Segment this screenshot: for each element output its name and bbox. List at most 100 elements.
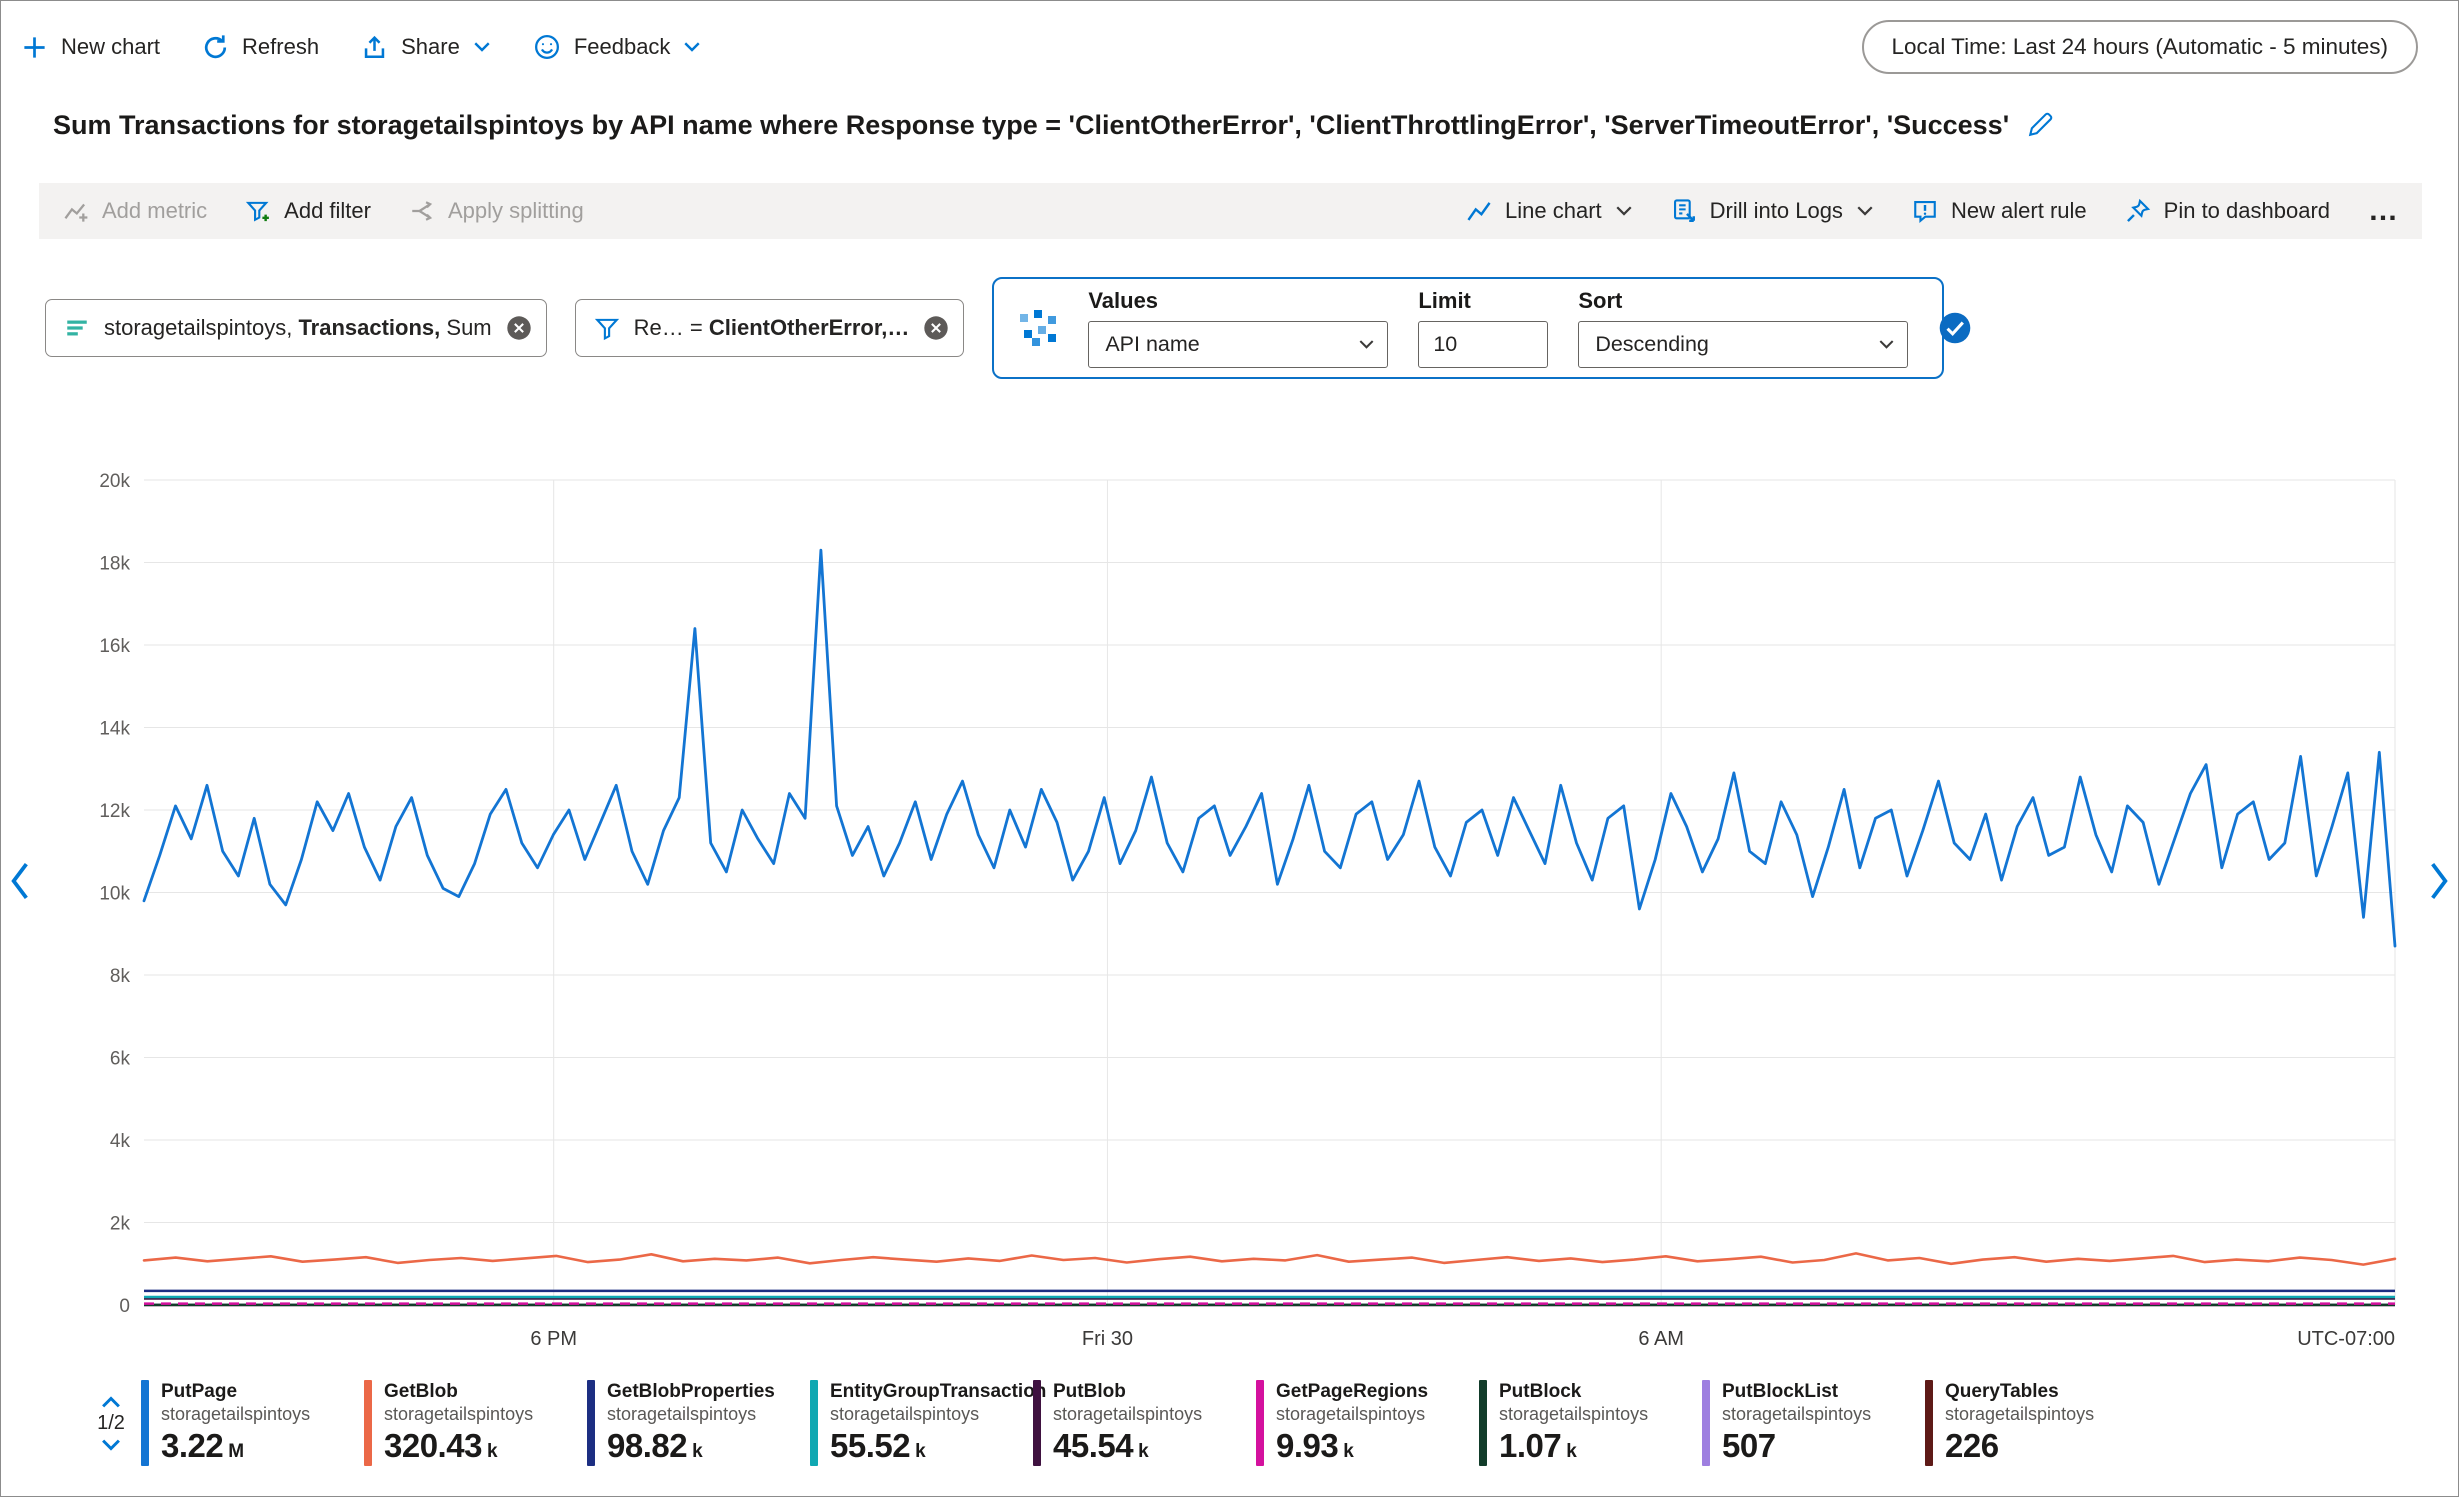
x-axis-tick-label: Fri 30	[1082, 1328, 1133, 1350]
legend-item[interactable]: PutPage storagetailspintoys 3.22 M	[141, 1380, 364, 1466]
title-row: Sum Transactions for storagetailspintoys…	[53, 101, 2418, 149]
legend-color-bar	[810, 1380, 818, 1466]
legend-color-bar	[1033, 1380, 1041, 1466]
legend-item[interactable]: GetBlobProperties storagetailspintoys 98…	[587, 1380, 810, 1466]
remove-metric-button[interactable]	[506, 315, 532, 341]
x-axis-tick-label: 6 AM	[1638, 1328, 1684, 1350]
legend-value-unit: k	[487, 1441, 498, 1462]
split-scatter-icon	[1018, 308, 1058, 348]
edit-title-button[interactable]	[2027, 112, 2053, 138]
add-filter-button[interactable]: Add filter	[245, 198, 371, 224]
legend-color-bar	[1925, 1380, 1933, 1466]
ellipsis-icon: …	[2368, 194, 2398, 228]
metric-pill[interactable]: storagetailspintoys, Transactions, Sum	[45, 299, 547, 357]
legend-page-down-button[interactable]	[100, 1438, 122, 1452]
split-applied-check-icon[interactable]	[1938, 311, 1972, 345]
sort-label: Sort	[1578, 288, 1908, 314]
filter-pill[interactable]: Re… = ClientOtherError,…	[575, 299, 965, 357]
share-icon	[361, 34, 388, 61]
legend-value-number: 55.52	[830, 1428, 910, 1465]
y-axis-tick-label: 0	[119, 1296, 130, 1317]
legend-resource-name: storagetailspintoys	[1276, 1404, 1428, 1424]
x-axis-tick-label: 6 PM	[530, 1328, 577, 1350]
series-line-PutPage	[144, 550, 2395, 946]
legend-resource-name: storagetailspintoys	[161, 1404, 310, 1424]
legend-value-number: 98.82	[607, 1428, 687, 1465]
y-axis-tick-label: 4k	[110, 1131, 131, 1152]
y-axis-tick-label: 18k	[99, 554, 130, 575]
new-chart-button[interactable]: New chart	[21, 34, 160, 61]
legend-value-number: 226	[1945, 1428, 1999, 1465]
legend-item[interactable]: QueryTables storagetailspintoys 226	[1925, 1380, 2148, 1466]
legend-page-up-button[interactable]	[100, 1395, 122, 1409]
legend-row: 1/2 PutPage storagetailspintoys 3.22 M G…	[81, 1369, 2438, 1477]
funnel-icon	[594, 315, 620, 341]
drill-into-logs-button[interactable]: Drill into Logs	[1671, 198, 1874, 224]
legend-value-unit: k	[692, 1441, 703, 1462]
legend-series-name: PutBlockList	[1722, 1381, 1871, 1402]
legend-resource-name: storagetailspintoys	[1499, 1404, 1648, 1424]
legend-text: PutBlob storagetailspintoys 45.54 k	[1053, 1381, 1202, 1464]
values-select[interactable]: API name	[1088, 321, 1388, 368]
add-metric-button[interactable]: Add metric	[63, 198, 207, 224]
legend-value: 3.22 M	[161, 1428, 310, 1465]
legend-value-unit: k	[915, 1441, 926, 1462]
remove-filter-button[interactable]	[923, 315, 949, 341]
new-alert-rule-label: New alert rule	[1951, 198, 2087, 224]
share-label: Share	[401, 34, 460, 60]
azure-metrics-explorer: 02k4k6k8k10k12k14k16k18k20k6 PMFri 306 A…	[0, 0, 2459, 1497]
chevron-down-icon	[1856, 205, 1874, 217]
splitting-box: Values API name Limit Sort Descending	[992, 277, 1944, 379]
legend-value-number: 320.43	[384, 1428, 482, 1465]
chart-type-button[interactable]: Line chart	[1466, 198, 1633, 224]
legend-color-bar	[1256, 1380, 1264, 1466]
legend-item[interactable]: PutBlob storagetailspintoys 45.54 k	[1033, 1380, 1256, 1466]
pin-to-dashboard-button[interactable]: Pin to dashboard	[2125, 198, 2330, 224]
legend-text: GetBlobProperties storagetailspintoys 98…	[607, 1381, 775, 1464]
legend-item[interactable]: PutBlock storagetailspintoys 1.07 k	[1479, 1380, 1702, 1466]
legend-item[interactable]: EntityGroupTransaction storagetailspinto…	[810, 1380, 1033, 1466]
legend-text: QueryTables storagetailspintoys 226	[1945, 1381, 2094, 1464]
refresh-button[interactable]: Refresh	[202, 34, 319, 61]
pills-row: storagetailspintoys, Transactions, Sum R…	[45, 277, 1944, 379]
more-options-button[interactable]: …	[2368, 194, 2398, 228]
legend-value: 9.93 k	[1276, 1428, 1428, 1465]
legend-page-indicator: 1/2	[97, 1412, 125, 1435]
legend-pager: 1/2	[81, 1395, 141, 1452]
legend-color-bar	[1479, 1380, 1487, 1466]
smiley-feedback-icon	[533, 33, 561, 61]
legend-resource-name: storagetailspintoys	[607, 1404, 775, 1424]
sort-field: Sort Descending	[1578, 288, 1908, 368]
legend-value-number: 45.54	[1053, 1428, 1133, 1465]
legend-value: 507	[1722, 1428, 1871, 1465]
legend-item[interactable]: GetBlob storagetailspintoys 320.43 k	[364, 1380, 587, 1466]
values-label: Values	[1088, 288, 1388, 314]
legend-item[interactable]: PutBlockList storagetailspintoys 507	[1702, 1380, 1925, 1466]
limit-input[interactable]	[1418, 321, 1548, 368]
new-alert-rule-button[interactable]: New alert rule	[1912, 198, 2087, 224]
y-axis-tick-label: 20k	[99, 471, 130, 492]
scroll-right-button[interactable]	[2422, 857, 2456, 905]
values-selected-option: API name	[1105, 332, 1199, 357]
legend-series-name: PutPage	[161, 1381, 310, 1402]
legend-value-unit: k	[1343, 1441, 1354, 1462]
feedback-button[interactable]: Feedback	[533, 33, 702, 61]
chevron-down-icon	[1878, 339, 1895, 350]
share-button[interactable]: Share	[361, 34, 491, 61]
legend-resource-name: storagetailspintoys	[830, 1404, 1046, 1424]
legend-resource-name: storagetailspintoys	[1945, 1404, 2094, 1424]
scroll-left-button[interactable]	[3, 857, 37, 905]
apply-splitting-button[interactable]: Apply splitting	[409, 198, 584, 224]
legend-resource-name: storagetailspintoys	[1053, 1404, 1202, 1424]
chevron-down-icon	[473, 41, 491, 53]
refresh-icon	[202, 34, 229, 61]
page-title: Sum Transactions for storagetailspintoys…	[53, 110, 2009, 141]
legend-item[interactable]: GetPageRegions storagetailspintoys 9.93 …	[1256, 1380, 1479, 1466]
y-axis-tick-label: 16k	[99, 636, 130, 657]
chevron-down-icon	[1358, 339, 1375, 350]
y-axis-tick-label: 12k	[99, 801, 130, 822]
legend-value-number: 9.93	[1276, 1428, 1338, 1465]
sort-select[interactable]: Descending	[1578, 321, 1908, 368]
limit-field: Limit	[1418, 288, 1548, 368]
time-range-button[interactable]: Local Time: Last 24 hours (Automatic - 5…	[1862, 20, 2418, 74]
